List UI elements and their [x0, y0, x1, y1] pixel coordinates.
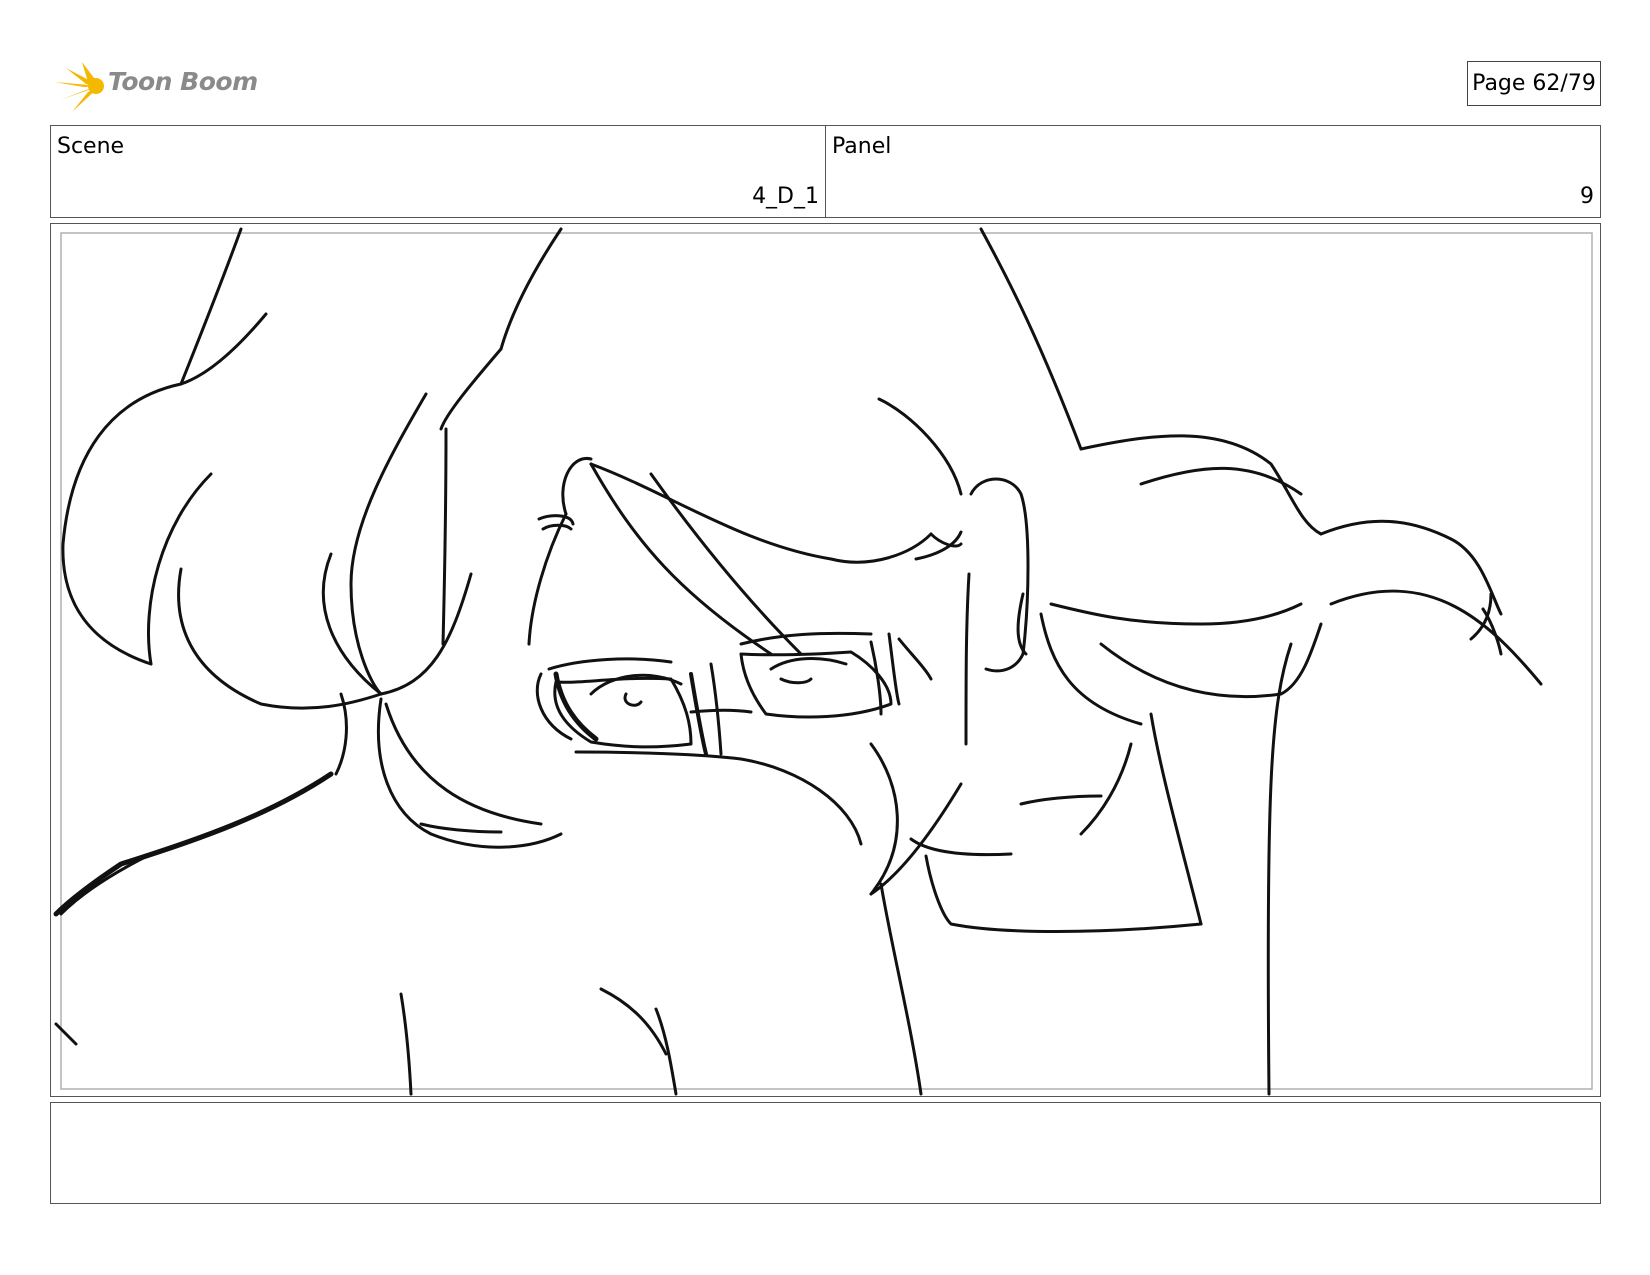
notes-box	[50, 1102, 1601, 1204]
panel-cell: Panel 9	[825, 126, 1600, 217]
panel-label: Panel	[832, 134, 892, 159]
starburst-icon	[54, 62, 104, 112]
scene-panel-info: Scene 4_D_1 Panel 9	[50, 125, 1601, 218]
scene-value: 4_D_1	[752, 184, 819, 209]
panel-value: 9	[1580, 184, 1594, 209]
storyboard-sketch	[53, 227, 1593, 1096]
scene-cell: Scene 4_D_1	[51, 126, 825, 217]
scene-label: Scene	[57, 134, 125, 159]
toon-boom-logo: Toon Boom	[52, 56, 262, 116]
storyboard-frame	[50, 223, 1601, 1097]
logo-text: Toon Boom	[108, 67, 258, 96]
page-number: Page 62/79	[1467, 61, 1601, 106]
